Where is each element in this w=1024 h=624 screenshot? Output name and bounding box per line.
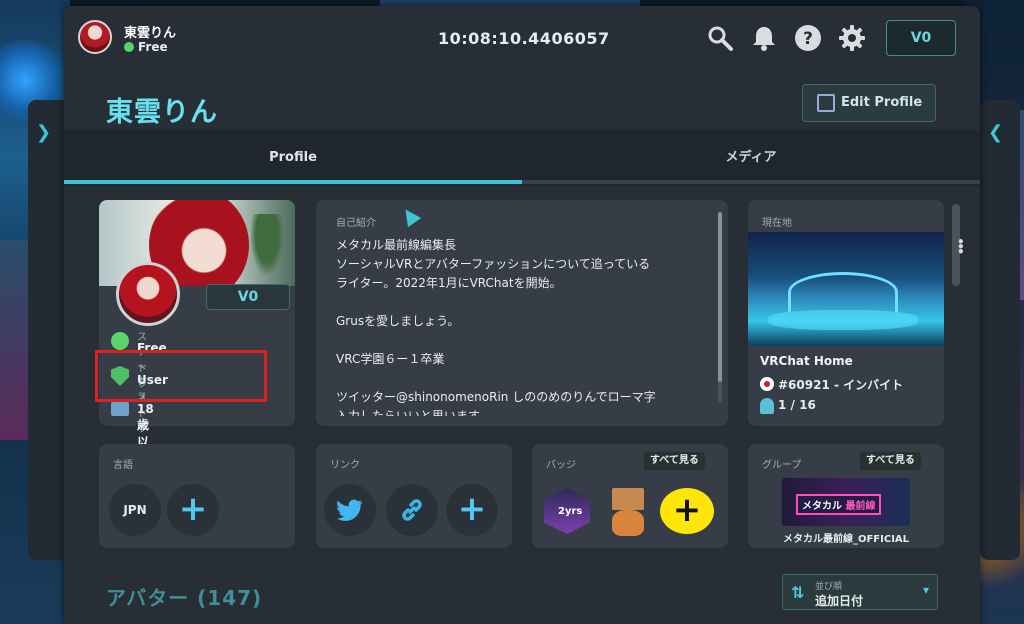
- profile-currency-badge: V0: [206, 284, 290, 310]
- add-language-button[interactable]: +: [167, 484, 219, 536]
- id-card-icon: [111, 402, 129, 416]
- tab-bar: Profile メディア: [64, 130, 980, 186]
- world-name: VRChat Home: [760, 354, 853, 368]
- highlight-box: [95, 350, 267, 402]
- sort-value: 追加日付: [815, 594, 864, 608]
- help-icon[interactable]: ?: [794, 24, 822, 52]
- sort-label: 並び順: [815, 582, 843, 592]
- search-icon[interactable]: [706, 24, 734, 52]
- groups-label: グループ: [762, 460, 802, 471]
- tab-profile[interactable]: Profile: [64, 130, 522, 186]
- edit-profile-button[interactable]: Edit Profile: [802, 84, 936, 122]
- bio-text: メタカル最前線編集長 ソーシャルVRとアバターファッションについて追っている ラ…: [336, 238, 656, 416]
- profile-panel: 東雲りん Free 10:08:10.4406057 ? V0 東雲りん Edi…: [64, 6, 980, 624]
- groups-see-all-button[interactable]: すべて見る: [860, 452, 921, 470]
- groups-card: グループ すべて見る メタカル 最前線 メタカル最前線_OFFICIAL: [748, 444, 944, 548]
- page-title: 東雲りん: [106, 97, 218, 128]
- bio-label: 自己紹介: [336, 218, 376, 229]
- currency-button[interactable]: V0: [886, 20, 956, 56]
- language-card: 言語 JPN +: [99, 444, 295, 548]
- language-label: 言語: [113, 460, 133, 471]
- links-label: リンク: [330, 460, 360, 471]
- svg-text:?: ?: [803, 29, 813, 49]
- bell-icon[interactable]: [750, 24, 778, 52]
- avatars-section-title: アバター (147): [106, 586, 263, 610]
- player-count: 1 / 16: [778, 398, 816, 412]
- two-years-badge[interactable]: 2yrs: [544, 488, 590, 534]
- instance-id: #60921 - インバイト: [778, 378, 904, 392]
- twitter-icon[interactable]: [324, 484, 376, 536]
- clock: 10:08:10.4406057: [438, 29, 610, 48]
- link-icon[interactable]: [386, 484, 438, 536]
- location-label: 現在地: [762, 218, 792, 229]
- world-thumbnail[interactable]: [748, 232, 944, 346]
- user-status: Free: [124, 40, 168, 54]
- chevron-down-icon: ▾: [922, 583, 929, 597]
- group-logo: メタカル 最前線: [796, 494, 882, 515]
- add-link-button[interactable]: +: [446, 484, 498, 536]
- links-card: リンク +: [316, 444, 512, 548]
- profile-avatar-thumbnail: [116, 262, 180, 326]
- japan-flag-icon: [760, 377, 774, 391]
- right-side-menu-tab[interactable]: ❮: [980, 100, 1020, 560]
- group-banner[interactable]: メタカル 最前線: [782, 478, 910, 526]
- pointer-cursor-icon: [398, 204, 422, 228]
- add-badge-button[interactable]: +: [660, 488, 714, 534]
- more-options-icon[interactable]: • • •: [957, 236, 965, 258]
- tab-media[interactable]: メディア: [522, 130, 980, 186]
- wing-icon: ❮: [988, 122, 1004, 143]
- online-status-dot: [124, 42, 134, 52]
- gear-icon[interactable]: [838, 24, 866, 52]
- people-icon: [760, 398, 774, 414]
- badges-label: バッジ: [546, 460, 576, 471]
- top-bar: 東雲りん Free 10:08:10.4406057 ? V0: [64, 6, 980, 72]
- user-name: 東雲りん: [124, 26, 177, 41]
- sort-order-dropdown[interactable]: ⇅ 並び順 追加日付 ▾: [782, 574, 938, 610]
- group-name: メタカル最前線_OFFICIAL: [782, 534, 910, 545]
- wing-icon: ❯: [36, 122, 52, 143]
- language-jpn[interactable]: JPN: [109, 484, 161, 536]
- tab-indicator: [64, 180, 980, 184]
- bio-scrollbar[interactable]: [718, 212, 722, 402]
- left-side-menu-tab[interactable]: ❯: [28, 100, 68, 560]
- bio-card: 自己紹介 メタカル最前線編集長 ソーシャルVRとアバターファッションについて追っ…: [316, 200, 728, 426]
- box-cat-badge[interactable]: [606, 488, 650, 536]
- badges-see-all-button[interactable]: すべて見る: [644, 452, 705, 470]
- sort-icon: ⇅: [791, 583, 805, 602]
- badges-card: バッジ すべて見る 2yrs +: [532, 444, 728, 548]
- status-dot-icon: [111, 332, 129, 350]
- location-card[interactable]: 現在地 VRChat Home #60921 - インバイト 1 / 16: [748, 200, 944, 426]
- edit-icon: [817, 94, 835, 112]
- user-avatar[interactable]: [78, 20, 112, 54]
